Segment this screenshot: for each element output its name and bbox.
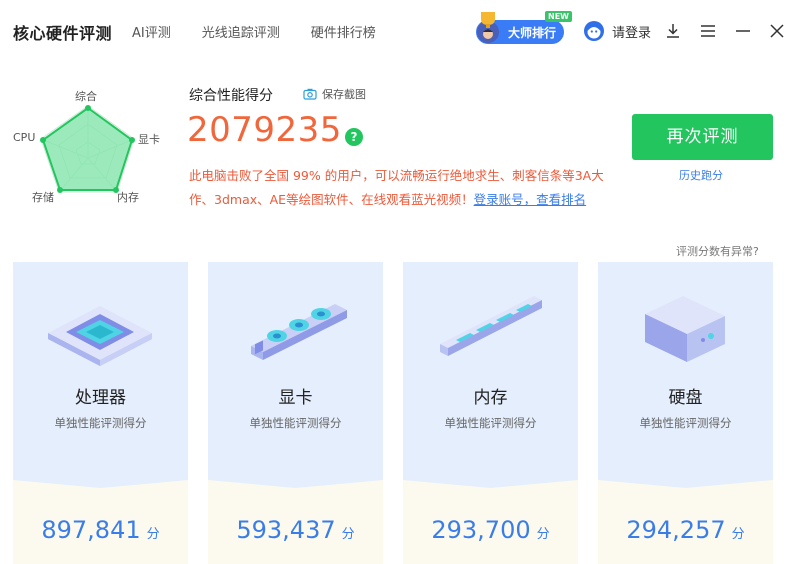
app-title: 核心硬件评测 — [13, 24, 113, 43]
master-ranking-label: 大师排行 — [508, 26, 557, 40]
score-unit: 分 — [731, 527, 745, 542]
card-title: 处理器 — [75, 388, 126, 408]
score-unit: 分 — [536, 527, 550, 542]
cpu-score-value: 897,841 — [41, 516, 141, 544]
memory-stick-icon — [440, 296, 542, 356]
radar-label-cpu: CPU — [13, 131, 36, 144]
cpu-score-card[interactable]: 处理器 单独性能评测得分 897,841 分 — [13, 262, 188, 564]
hard-drive-icon — [645, 296, 725, 362]
login-label: 请登录 — [612, 25, 652, 41]
close-icon[interactable] — [768, 22, 786, 40]
camera-icon — [303, 88, 317, 100]
tab-hardware-ranking[interactable]: 硬件排行榜 — [311, 22, 376, 41]
gpu-score-card[interactable]: 显卡 单独性能评测得分 593,437 分 — [208, 262, 383, 564]
save-screenshot-label: 保存截图 — [322, 88, 366, 101]
gpu-score-value: 593,437 — [236, 516, 336, 544]
score-abnormal-link[interactable]: 评测分数有异常? — [676, 243, 759, 259]
card-score: 294,257 分 — [598, 516, 773, 544]
help-icon[interactable]: ? — [345, 128, 363, 146]
tab-ray-tracing-test[interactable]: 光线追踪评测 — [202, 22, 280, 41]
download-icon[interactable] — [664, 22, 682, 40]
login-button[interactable]: 请登录 — [584, 21, 651, 41]
retest-button[interactable]: 再次评测 — [632, 114, 773, 160]
history-score-link[interactable]: 历史跑分 — [679, 167, 723, 183]
tab-ai-test[interactable]: AI评测 — [132, 22, 171, 41]
user-avatar-icon — [584, 21, 604, 41]
card-score: 897,841 分 — [13, 516, 188, 544]
total-score-value: 2079235 — [187, 110, 342, 150]
save-screenshot-button[interactable]: 保存截图 — [303, 86, 366, 102]
menu-icon[interactable] — [699, 22, 717, 40]
nav-tabs: AI评测 光线追踪评测 硬件排行榜 — [132, 22, 407, 41]
disk-score-card[interactable]: 硬盘 单独性能评测得分 294,257 分 — [598, 262, 773, 564]
minimize-icon[interactable] — [734, 22, 752, 40]
card-subtitle: 单独性能评测得分 — [639, 416, 732, 430]
trophy-avatar-icon — [477, 12, 499, 43]
card-title: 显卡 — [278, 388, 313, 408]
master-ranking-button[interactable]: 大师排行 NEW — [476, 11, 572, 44]
performance-radar-chart: 综合 显卡 内存 存储 CPU — [10, 84, 170, 214]
card-subtitle: 单独性能评测得分 — [54, 416, 147, 430]
card-title: 硬盘 — [668, 388, 703, 408]
header-bar: 核心硬件评测 AI评测 光线追踪评测 硬件排行榜 大师排行 NEW 请登录 — [0, 0, 800, 62]
new-tag-badge: NEW — [545, 11, 572, 22]
memory-score-card[interactable]: 内存 单独性能评测得分 293,700 分 — [403, 262, 578, 564]
radar-label-storage: 存储 — [32, 191, 54, 204]
score-description: 此电脑击败了全国 99% 的用户，可以流畅运行绝地求生、刺客信条等3A大作、3d… — [189, 164, 614, 212]
radar-label-memory: 内存 — [117, 191, 139, 204]
cpu-chip-icon — [48, 306, 152, 366]
disk-score-value: 294,257 — [626, 516, 726, 544]
card-title: 内存 — [473, 388, 508, 408]
card-score: 593,437 分 — [208, 516, 383, 544]
card-subtitle: 单独性能评测得分 — [444, 416, 537, 430]
radar-label-gpu: 显卡 — [138, 133, 160, 146]
overall-score-title: 综合性能得分 — [189, 88, 273, 104]
graphics-card-icon — [251, 304, 347, 360]
login-view-rank-link[interactable]: 登录账号，查看排名 — [474, 192, 587, 207]
radar-label-overall: 综合 — [75, 90, 97, 103]
card-score: 293,700 分 — [403, 516, 578, 544]
score-unit: 分 — [341, 527, 355, 542]
memory-score-value: 293,700 — [431, 516, 531, 544]
score-unit: 分 — [146, 527, 160, 542]
card-subtitle: 单独性能评测得分 — [249, 416, 342, 430]
